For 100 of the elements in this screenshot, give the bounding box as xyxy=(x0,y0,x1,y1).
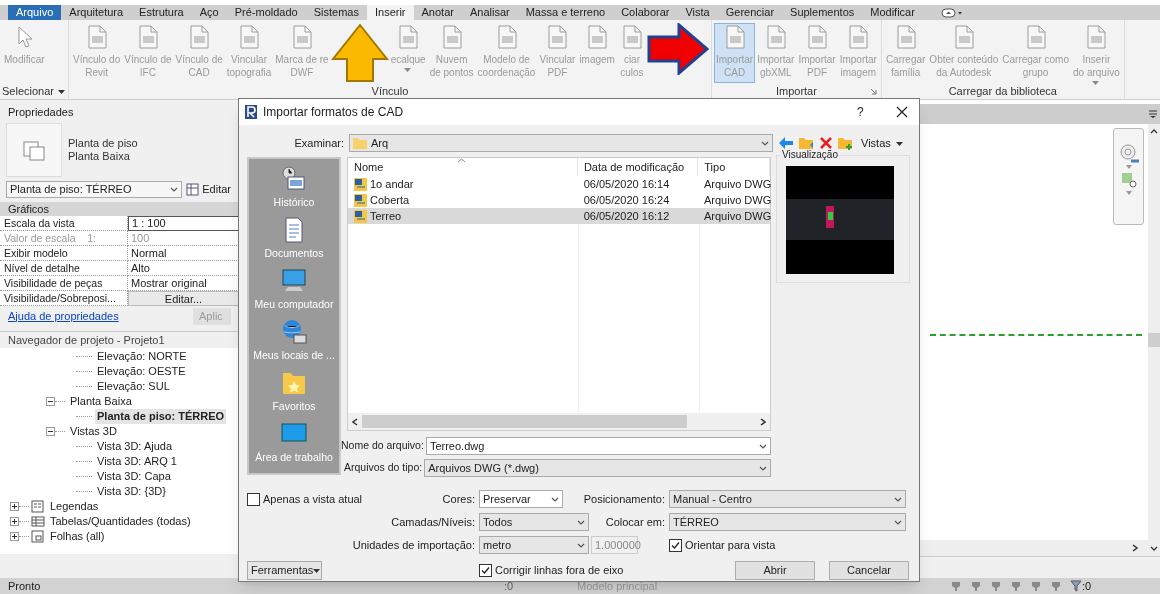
scroll-left-icon xyxy=(352,417,358,426)
panel-title: Navegador de projeto - Projeto1 xyxy=(7,332,166,348)
status-tool-icon[interactable] xyxy=(1050,580,1062,592)
ribbon-tab[interactable]: Gerenciar xyxy=(717,5,783,20)
group-label: Selecionar xyxy=(2,85,54,97)
ribbon-tab[interactable]: Arquivo xyxy=(8,5,62,20)
status-tool-icon[interactable] xyxy=(1030,580,1042,592)
column-header[interactable]: Tipo xyxy=(698,158,770,176)
checkbox[interactable] xyxy=(669,538,682,552)
checkbox[interactable] xyxy=(247,492,260,506)
ribbon-tab[interactable]: Massa e terreno xyxy=(517,5,614,20)
file-row[interactable]: Coberta 06/05/2020 16:24 Arquivo DWG xyxy=(348,192,770,208)
caret-icon xyxy=(1125,165,1132,169)
file-name-field[interactable]: Terreo.dwg xyxy=(425,437,771,455)
tree-item[interactable]: Vista 3D: Capa xyxy=(95,469,173,484)
help-link[interactable]: Ajuda de propriedades xyxy=(8,307,119,325)
expand-icon[interactable] xyxy=(10,517,19,526)
tools-button[interactable]: Ferramentas xyxy=(247,560,322,580)
instance-dropdown[interactable]: Planta de piso: TÉRREO xyxy=(6,181,183,198)
expand-icon[interactable] xyxy=(10,532,19,541)
scroll-right-icon xyxy=(760,417,766,426)
ribbon-tab[interactable]: Arquitetura xyxy=(61,5,132,20)
status-tool-icon[interactable] xyxy=(970,580,982,592)
open-button[interactable]: Abrir xyxy=(735,560,815,580)
tree-item[interactable]: Legendas xyxy=(48,499,101,514)
folder-dropdown[interactable]: Arq xyxy=(349,134,773,152)
sheet-icon xyxy=(31,530,45,543)
property-name: Nível de detalhe xyxy=(0,261,128,276)
status-tool-icon[interactable] xyxy=(950,580,962,592)
property-name: Exibir modelo xyxy=(0,246,128,261)
place-at-dropdown[interactable]: TÉRREO xyxy=(669,513,906,531)
ribbon-tab[interactable]: Sistemas xyxy=(305,5,367,20)
chevron-down-icon xyxy=(577,541,585,549)
file-row[interactable]: Terreo 06/05/2020 16:12 Arquivo DWG xyxy=(348,208,770,224)
column-header[interactable]: Data de modificação xyxy=(577,158,699,176)
preview-label: Visualização xyxy=(781,150,839,160)
cancel-button[interactable]: Cancelar xyxy=(829,560,909,580)
dialog-title: Importar formatos de CAD xyxy=(263,104,405,121)
ribbon-tab[interactable]: Analisar xyxy=(461,5,518,20)
column-header[interactable]: Nome xyxy=(348,158,578,176)
folder-up-icon[interactable] xyxy=(799,136,814,150)
group-label: Carregar da biblioteca xyxy=(948,85,1057,97)
units-dropdown[interactable]: metro xyxy=(479,536,589,554)
filter-icon[interactable] xyxy=(1070,580,1082,592)
field-label: Posicionamento: xyxy=(583,491,665,507)
tree-item[interactable]: Elevação: NORTE xyxy=(95,349,189,364)
tree-item[interactable]: Vista 3D: Ajuda xyxy=(95,439,174,454)
status-text: Pronto xyxy=(8,580,41,592)
tree-item[interactable]: Elevação: OESTE xyxy=(95,364,188,379)
app-icon xyxy=(245,105,257,119)
ribbon-tab[interactable]: Anotar xyxy=(413,5,462,20)
property-name: Visibilidade de peças xyxy=(0,276,128,291)
ribbon-tab[interactable]: Pré-moldado xyxy=(226,5,306,20)
positioning-dropdown[interactable]: Manual - Centro xyxy=(669,490,906,508)
edit-button[interactable]: Editar... xyxy=(128,291,239,306)
collapse-icon[interactable] xyxy=(46,397,55,406)
field-label: Examinar: xyxy=(293,135,345,151)
scroll-thumb[interactable] xyxy=(362,415,687,428)
property-name: Valor de escala 1: xyxy=(0,231,128,246)
scale-field[interactable]: 1 : 100 xyxy=(128,216,239,231)
views-menu[interactable]: Vistas xyxy=(861,134,903,152)
status-tool-icon[interactable] xyxy=(990,580,1002,592)
tree-item[interactable]: Planta Baixa xyxy=(68,394,134,409)
expand-icon[interactable] xyxy=(10,502,19,511)
tree-item[interactable]: Vista 3D: {3D} xyxy=(95,484,168,499)
status-tool-icon[interactable] xyxy=(1010,580,1022,592)
tree-item[interactable]: Vista 3D: ARQ 1 xyxy=(95,454,179,469)
tree-item[interactable]: Tabelas/Quantidades (todas) xyxy=(48,514,193,529)
section-header: Gráficos xyxy=(0,202,239,216)
up-arrow xyxy=(330,23,389,83)
file-date: 06/05/2020 16:12 xyxy=(582,208,671,224)
chevron-down-icon xyxy=(894,518,902,526)
back-icon[interactable] xyxy=(779,137,793,149)
ribbon-tab[interactable]: Modificar xyxy=(862,5,923,20)
tree-item[interactable]: Planta de piso: TÉRREO xyxy=(95,409,227,424)
layers-dropdown[interactable]: Todos xyxy=(479,513,589,531)
colors-dropdown[interactable]: Preservar xyxy=(479,490,563,508)
sort-icon xyxy=(457,158,466,163)
file-row[interactable]: 1o andar 06/05/2020 16:14 Arquivo DWG xyxy=(348,176,770,192)
legend-icon xyxy=(31,500,45,513)
ribbon-tab[interactable]: Suplementos xyxy=(782,5,863,20)
ribbon-tab[interactable]: Colaborar xyxy=(613,5,678,20)
ribbon-tab[interactable]: Inserir xyxy=(366,5,414,20)
ribbon-tab[interactable]: Estrutura xyxy=(131,5,192,20)
group-label: Vínculo xyxy=(371,85,409,97)
field-label: Arquivos do tipo: xyxy=(343,460,424,476)
delete-icon[interactable] xyxy=(820,137,832,149)
scroll-thumb[interactable] xyxy=(1148,333,1160,347)
file-type-dropdown[interactable]: Arquivos DWG (*.dwg) xyxy=(424,459,771,477)
ribbon-tab[interactable]: Vista xyxy=(677,5,718,20)
tree-item[interactable]: Vistas 3D xyxy=(68,424,119,439)
ribbon-tab[interactable]: Aço xyxy=(191,5,227,20)
collapse-icon[interactable] xyxy=(46,427,55,436)
tree-item[interactable]: Folhas (all) xyxy=(48,529,107,544)
checkbox[interactable] xyxy=(479,563,492,577)
new-folder-icon[interactable] xyxy=(838,136,853,150)
type-name: Planta Baixa xyxy=(68,150,131,163)
tree-item[interactable]: Elevação: SUL xyxy=(95,379,172,394)
help-button[interactable]: ? xyxy=(857,103,877,121)
edit-type-button[interactable]: Editar xyxy=(186,181,233,198)
